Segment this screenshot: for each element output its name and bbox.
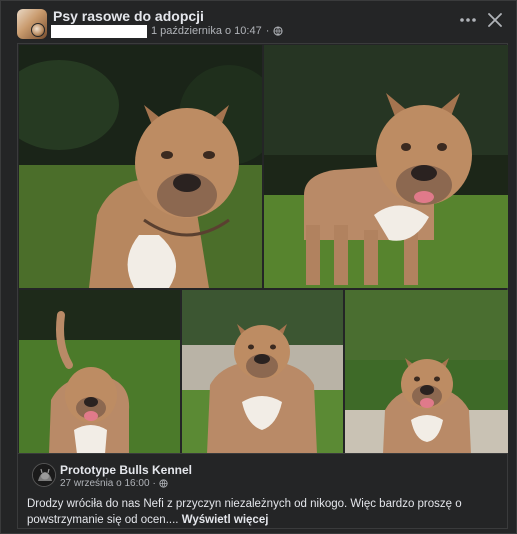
- group-avatar[interactable]: [17, 9, 47, 39]
- more-horizontal-icon: [460, 18, 476, 22]
- shared-post-meta: 27 września o 16:00 ·: [60, 478, 168, 489]
- more-options-button[interactable]: [457, 11, 479, 29]
- post-timestamp[interactable]: 1 października o 10:47: [151, 25, 262, 37]
- shared-post[interactable]: Prototype Bulls Kennel 27 września o 16:…: [17, 453, 508, 529]
- globe-icon: [159, 479, 168, 488]
- globe-icon: [273, 26, 283, 36]
- dog-photo-2[interactable]: [264, 45, 508, 288]
- meta-separator: ·: [152, 478, 156, 489]
- post-meta: 1 października o 10:47 ·: [151, 25, 283, 37]
- see-more-link[interactable]: Wyświetl więcej: [182, 514, 269, 526]
- shared-post-timestamp[interactable]: 27 września o 16:00: [60, 478, 150, 489]
- dog-photo-3[interactable]: [19, 290, 180, 454]
- close-icon: [488, 13, 502, 27]
- dog-photo-5[interactable]: [345, 290, 508, 454]
- shared-post-author[interactable]: Prototype Bulls Kennel: [60, 463, 192, 477]
- poster-avatar[interactable]: [31, 23, 45, 37]
- meta-separator: ·: [265, 25, 270, 37]
- shared-post-text: Drodzy wróciła do nas Nefi z przyczyn ni…: [27, 496, 497, 528]
- dog-photo-1[interactable]: [19, 45, 262, 288]
- close-button[interactable]: [485, 10, 505, 30]
- photo-grid: [17, 43, 508, 454]
- post-header: Psy rasowe do adopcji 1 października o 1…: [1, 1, 517, 43]
- poster-name-redacted: [51, 25, 147, 38]
- dog-photo-4[interactable]: [182, 290, 343, 454]
- group-name-link[interactable]: Psy rasowe do adopcji: [53, 8, 204, 24]
- kennel-avatar[interactable]: [32, 463, 56, 487]
- post-card: Psy rasowe do adopcji 1 października o 1…: [0, 0, 517, 534]
